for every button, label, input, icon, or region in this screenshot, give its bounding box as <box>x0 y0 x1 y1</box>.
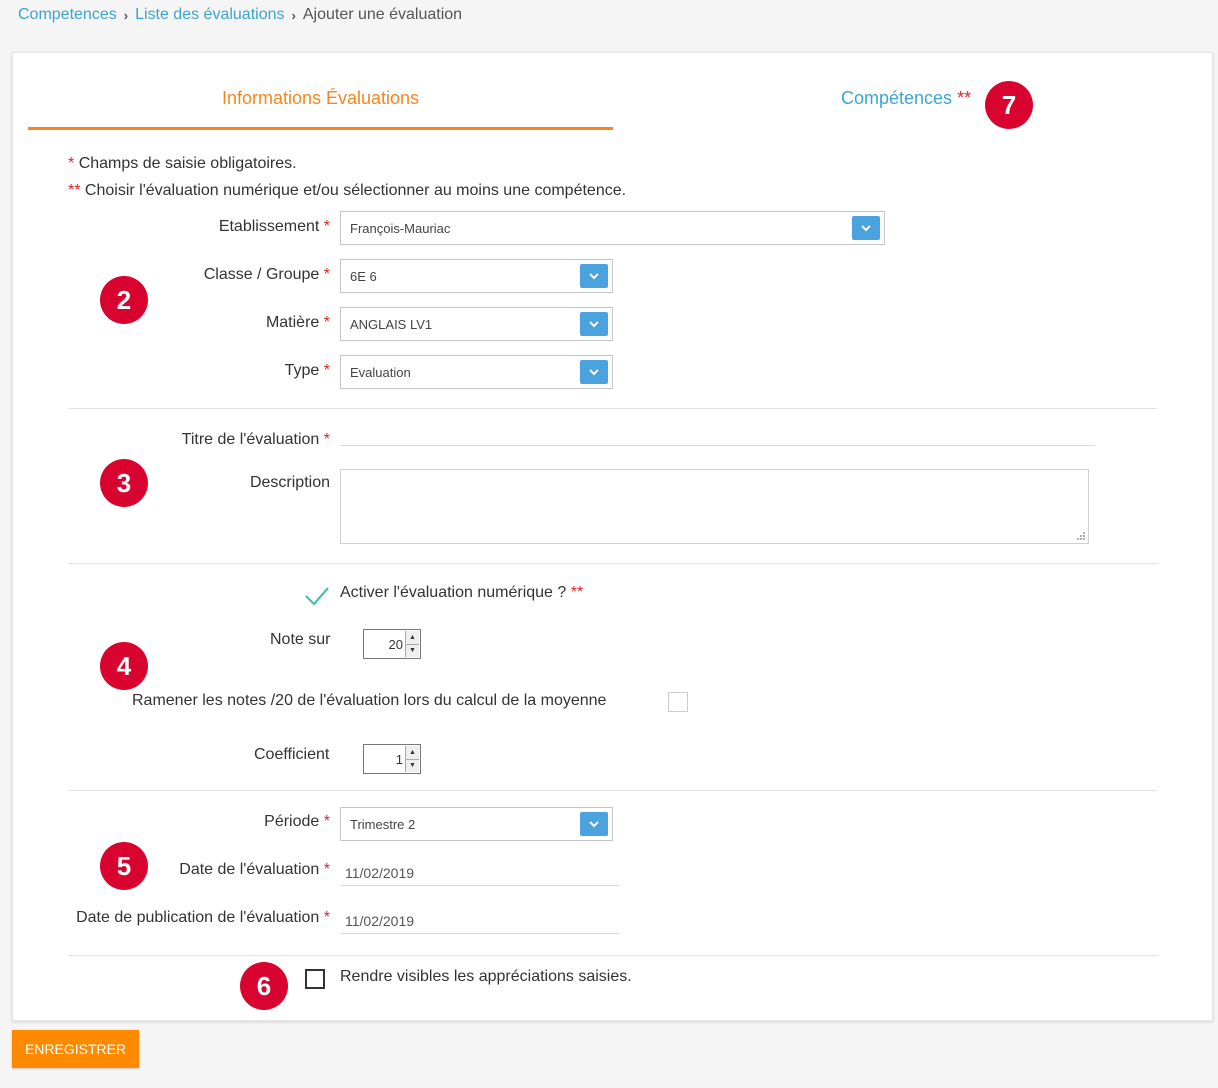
section-divider <box>68 790 1157 791</box>
activer-label: Activer l'évaluation numérique ? ** <box>340 584 583 602</box>
required-marker: ** <box>957 88 972 108</box>
section-divider <box>68 955 1157 956</box>
coefficient-value: 1 <box>395 751 403 767</box>
periode-select[interactable]: Trimestre 2 <box>340 807 613 841</box>
caret-down-icon[interactable]: ▼ <box>406 758 419 772</box>
required-marker: * <box>323 362 330 379</box>
section-divider <box>68 408 1157 409</box>
chevron-right-icon: › <box>123 7 129 23</box>
caret-up-icon[interactable]: ▲ <box>406 746 419 759</box>
breadcrumb-competences[interactable]: Competences <box>18 6 117 24</box>
required-marker: * <box>323 314 330 331</box>
breadcrumb-current: Ajouter une évaluation <box>302 6 463 23</box>
visibles-checkbox[interactable] <box>305 969 325 989</box>
checkmark-icon[interactable] <box>304 586 330 606</box>
required-marker: * <box>323 909 330 926</box>
double-required-marker: ** <box>68 182 81 199</box>
required-note-text: Champs de saisie obligatoires. <box>78 155 297 172</box>
description-textarea[interactable] <box>340 469 1089 544</box>
double-required-note-text: Choisir l'évaluation numérique et/ou sél… <box>84 182 627 199</box>
etablissement-label: Etablissement * <box>10 218 330 236</box>
periode-label: Période * <box>10 813 330 831</box>
date-eval-label: Date de l'évaluation * <box>10 861 330 879</box>
date-pub-label-text: Date de publication de l'évaluation <box>76 909 320 926</box>
chevron-down-icon[interactable] <box>580 360 608 384</box>
titre-input[interactable] <box>340 422 1095 446</box>
stepper-buttons[interactable]: ▲ ▼ <box>405 631 419 657</box>
etablissement-value: François-Mauriac <box>350 220 451 236</box>
classe-label: Classe / Groupe * <box>10 266 330 284</box>
step-badge-7: 7 <box>985 81 1033 129</box>
date-eval-label-text: Date de l'évaluation <box>179 861 320 878</box>
titre-label: Titre de l'évaluation * <box>10 431 330 449</box>
coefficient-stepper[interactable]: 1 ▲ ▼ <box>363 744 421 774</box>
type-label: Type * <box>10 362 330 380</box>
breadcrumb-liste-evaluations[interactable]: Liste des évaluations <box>135 6 284 24</box>
required-marker: * <box>323 861 330 878</box>
double-required-note: ** Choisir l'évaluation numérique et/ou … <box>68 182 626 200</box>
activer-label-text: Activer l'évaluation numérique ? <box>340 584 567 601</box>
description-label: Description <box>249 474 330 491</box>
etablissement-label-text: Etablissement <box>218 218 320 235</box>
ramener-checkbox[interactable] <box>668 692 688 712</box>
required-note: * Champs de saisie obligatoires. <box>68 155 297 173</box>
matiere-select[interactable]: ANGLAIS LV1 <box>340 307 613 341</box>
required-marker: * <box>323 218 330 235</box>
date-pub-label: Date de publication de l'évaluation * <box>10 909 330 927</box>
titre-label-text: Titre de l'évaluation <box>181 431 320 448</box>
required-marker: * <box>323 266 330 283</box>
tab-active-underline <box>28 127 613 130</box>
classe-label-text: Classe / Groupe <box>203 266 320 283</box>
chevron-down-icon[interactable] <box>580 264 608 288</box>
date-eval-input[interactable]: 11/02/2019 <box>340 860 619 886</box>
caret-down-icon[interactable]: ▼ <box>406 643 419 657</box>
stepper-buttons[interactable]: ▲ ▼ <box>405 746 419 772</box>
double-required-marker: ** <box>570 584 584 601</box>
periode-label-text: Période <box>264 813 320 830</box>
coefficient-label: Coefficient <box>254 746 330 763</box>
matiere-label: Matière * <box>10 314 330 332</box>
chevron-down-icon[interactable] <box>580 812 608 836</box>
chevron-down-icon[interactable] <box>852 216 880 240</box>
note-sur-stepper[interactable]: 20 ▲ ▼ <box>363 629 421 659</box>
resize-handle-icon[interactable] <box>1076 531 1086 541</box>
type-label-text: Type <box>284 362 320 379</box>
matiere-value: ANGLAIS LV1 <box>350 316 433 332</box>
visibles-label: Rendre visibles les appréciations saisie… <box>340 968 632 985</box>
matiere-label-text: Matière <box>265 314 320 331</box>
classe-value: 6E 6 <box>350 268 377 284</box>
tab-competences-label: Compétences <box>841 88 953 108</box>
save-button[interactable]: ENREGISTRER <box>12 1030 139 1068</box>
ramener-label: Ramener les notes /20 de l'évaluation lo… <box>132 692 607 709</box>
chevron-down-icon[interactable] <box>580 312 608 336</box>
classe-select[interactable]: 6E 6 <box>340 259 613 293</box>
breadcrumb: Competences › Liste des évaluations › Aj… <box>18 6 462 24</box>
section-divider <box>68 563 1157 564</box>
required-marker: * <box>68 155 75 172</box>
note-sur-value: 20 <box>388 636 403 652</box>
etablissement-select[interactable]: François-Mauriac <box>340 211 885 245</box>
type-value: Evaluation <box>350 364 411 380</box>
tab-informations[interactable]: Informations Évaluations <box>28 88 613 109</box>
step-badge-4: 4 <box>100 642 148 690</box>
note-sur-label: Note sur <box>270 631 331 648</box>
periode-value: Trimestre 2 <box>350 816 416 832</box>
step-badge-6: 6 <box>240 962 288 1010</box>
chevron-right-icon: › <box>291 7 296 23</box>
type-select[interactable]: Evaluation <box>340 355 613 389</box>
required-marker: * <box>323 431 330 448</box>
date-pub-input[interactable]: 11/02/2019 <box>340 908 619 934</box>
required-marker: * <box>323 813 330 830</box>
caret-up-icon[interactable]: ▲ <box>406 631 419 644</box>
